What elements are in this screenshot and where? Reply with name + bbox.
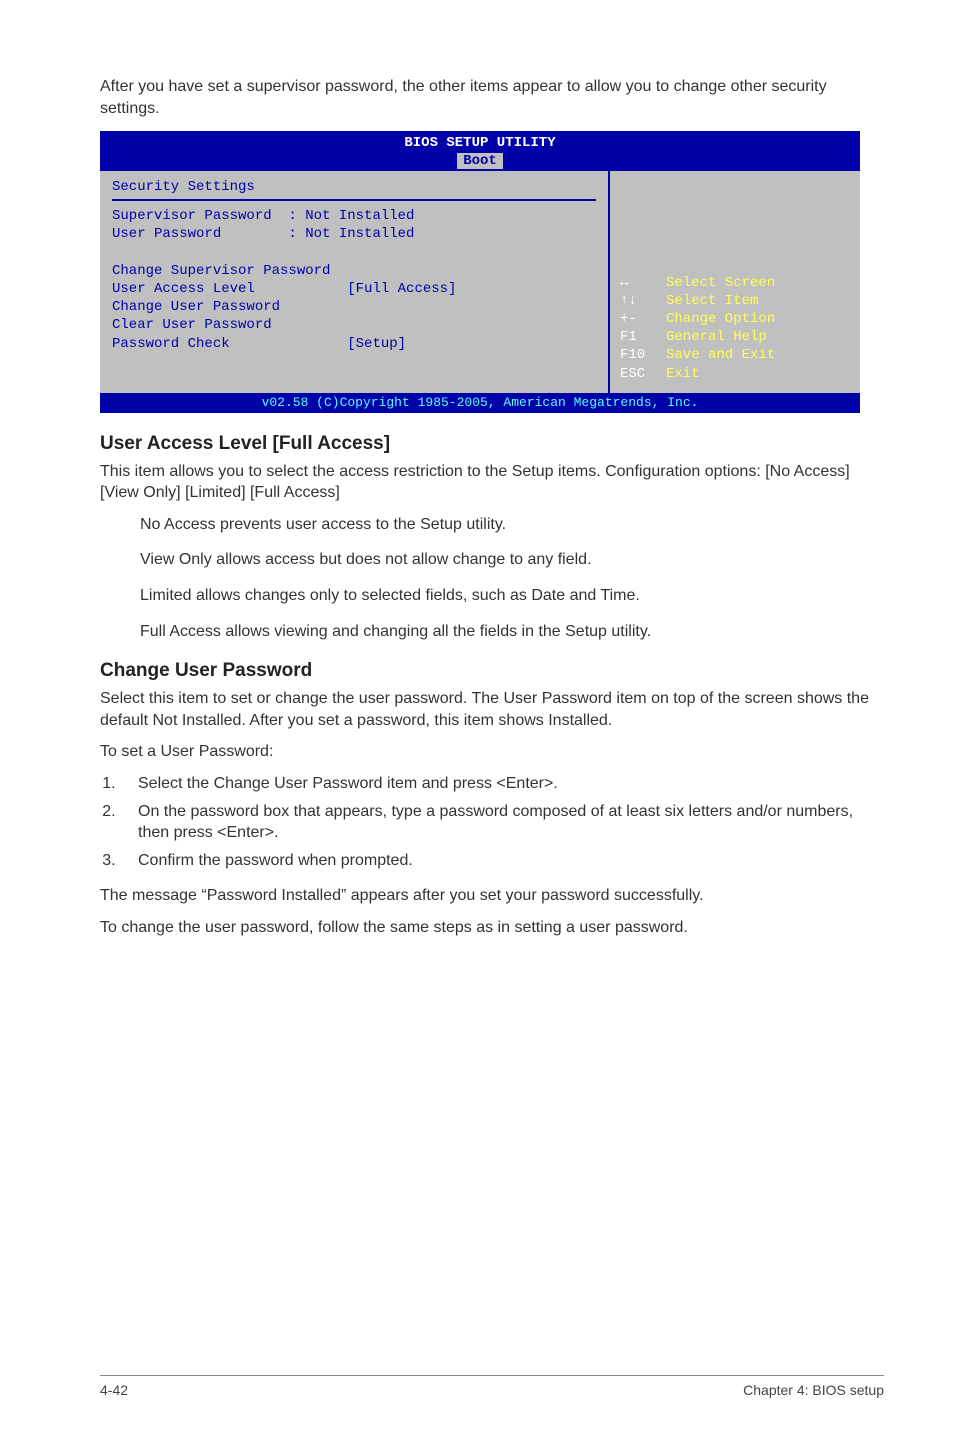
option-no-access: No Access prevents user access to the Se… xyxy=(140,514,884,536)
bios-section-title: Security Settings xyxy=(112,179,596,201)
bios-line-change-supervisor: Change Supervisor Password xyxy=(112,262,596,280)
help-key: ↔ xyxy=(620,274,654,292)
help-action: Exit xyxy=(666,365,700,383)
help-action: Change Option xyxy=(666,310,775,328)
help-key: ESC xyxy=(620,365,654,383)
user-access-level-description: This item allows you to select the acces… xyxy=(100,461,884,504)
bios-line-user-access-level: User Access Level [Full Access] xyxy=(112,280,596,298)
bios-line-user: User Password : Not Installed xyxy=(112,225,596,243)
option-full-access: Full Access allows viewing and changing … xyxy=(140,621,884,643)
help-key: ↑↓ xyxy=(620,292,654,310)
help-key: F1 xyxy=(620,328,654,346)
bios-right-panel: ↔ Select Screen ↑↓ Select Item +- Change Op… xyxy=(608,171,860,393)
step-2: On the password box that appears, type a… xyxy=(120,801,884,844)
option-view-only: View Only allows access but does not all… xyxy=(140,549,884,571)
intro-paragraph: After you have set a supervisor password… xyxy=(100,76,884,119)
help-action: Select Screen xyxy=(666,274,775,292)
to-set-user-password: To set a User Password: xyxy=(100,741,884,763)
help-key: +- xyxy=(620,310,654,328)
bios-line-supervisor: Supervisor Password : Not Installed xyxy=(112,207,596,225)
bios-line-password-check: Password Check [Setup] xyxy=(112,335,596,353)
option-limited: Limited allows changes only to selected … xyxy=(140,585,884,607)
bios-screenshot: BIOS SETUP UTILITY Boot Security Setting… xyxy=(100,131,860,413)
bios-line-change-user-password: Change User Password xyxy=(112,298,596,316)
bios-line-blank xyxy=(112,244,596,262)
bios-line-clear-user-password: Clear User Password xyxy=(112,316,596,334)
chapter-label: Chapter 4: BIOS setup xyxy=(743,1382,884,1398)
bios-footer: v02.58 (C)Copyright 1985-2005, American … xyxy=(100,393,860,413)
bios-left-panel: Security Settings Supervisor Password : … xyxy=(100,171,608,393)
bios-help-legend: ↔ Select Screen ↑↓ Select Item +- Change Op… xyxy=(620,274,850,383)
page-number: 4-42 xyxy=(100,1382,128,1398)
change-user-password-heading: Change User Password xyxy=(100,660,884,682)
help-key: F10 xyxy=(620,346,654,364)
step-1: Select the Change User Password item and… xyxy=(120,773,884,795)
bios-title: BIOS SETUP UTILITY xyxy=(100,135,860,151)
help-action: General Help xyxy=(666,328,767,346)
bios-tab-boot: Boot xyxy=(457,153,503,169)
help-action: Save and Exit xyxy=(666,346,775,364)
post-step-paragraph-1: The message “Password Installed” appears… xyxy=(100,885,884,907)
steps-list: Select the Change User Password item and… xyxy=(100,773,884,871)
bios-header: BIOS SETUP UTILITY Boot xyxy=(100,131,860,169)
user-access-level-heading: User Access Level [Full Access] xyxy=(100,433,884,455)
page-footer: 4-42 Chapter 4: BIOS setup xyxy=(100,1375,884,1398)
step-3: Confirm the password when prompted. xyxy=(120,850,884,872)
change-user-password-description: Select this item to set or change the us… xyxy=(100,688,884,731)
post-step-paragraph-2: To change the user password, follow the … xyxy=(100,917,884,939)
help-action: Select Item xyxy=(666,292,758,310)
